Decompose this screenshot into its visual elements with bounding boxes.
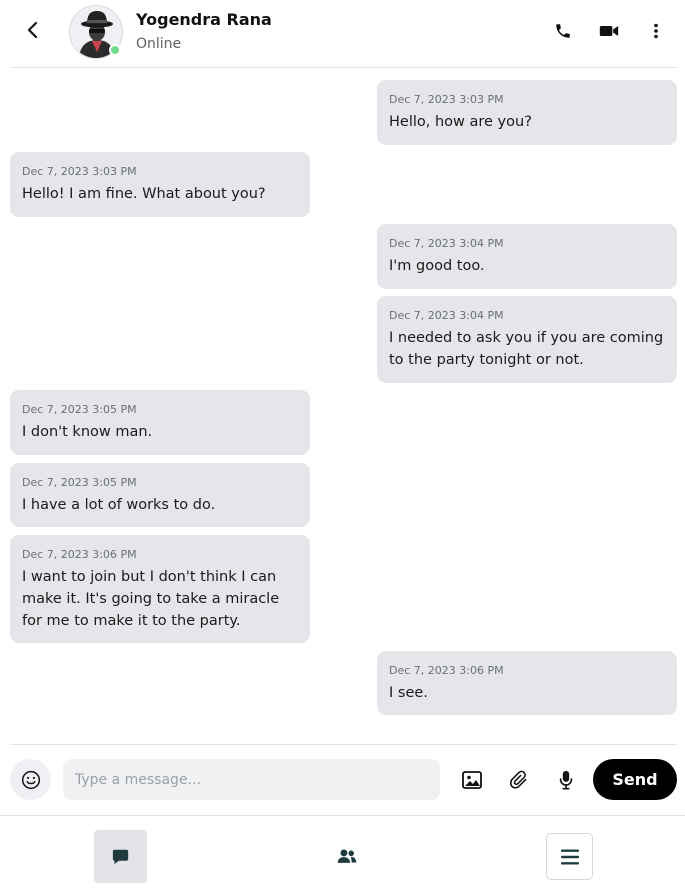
contact-status: Online [136, 36, 182, 52]
message-received: Dec 7, 2023 3:05 PM I don't know man. [10, 390, 310, 455]
more-options-button[interactable] [645, 20, 667, 42]
message-sent: Dec 7, 2023 3:03 PM Hello, how are you? [377, 80, 677, 145]
emoji-button[interactable] [10, 759, 51, 800]
message-sent: Dec 7, 2023 3:04 PM I'm good too. [377, 224, 677, 289]
message-text: Hello, how are you? [389, 114, 532, 130]
image-icon [462, 771, 482, 789]
phone-icon [556, 24, 570, 38]
nav-menu[interactable] [546, 833, 593, 880]
message-text: I don't know man. [22, 424, 153, 440]
message-text: Hello! I am fine. What about you? [22, 186, 266, 202]
message-time: Dec 7, 2023 3:06 PM [389, 664, 504, 677]
chat-header: Yogendra Rana Online [0, 0, 685, 68]
message-text: I want to join but I don't think I can m… [22, 569, 280, 629]
message-time: Dec 7, 2023 3:05 PM [22, 403, 137, 416]
smiley-icon [21, 770, 40, 789]
message-text: I'm good too. [389, 258, 485, 274]
menu-icon [560, 849, 579, 864]
message-time: Dec 7, 2023 3:05 PM [22, 476, 137, 489]
attach-file-button[interactable] [507, 768, 531, 792]
voice-message-button[interactable] [554, 768, 578, 792]
message-text: I see. [389, 685, 428, 701]
message-input[interactable] [63, 759, 440, 800]
online-indicator [109, 44, 121, 56]
microphone-icon [559, 770, 573, 790]
send-button[interactable]: Send [593, 759, 677, 800]
video-call-button[interactable] [598, 20, 620, 42]
users-icon [337, 849, 357, 863]
message-text: I have a lot of works to do. [22, 497, 216, 513]
bottom-nav-divider [0, 815, 685, 816]
message-sent: Dec 7, 2023 3:04 PM I needed to ask you … [377, 296, 677, 383]
video-icon [599, 26, 619, 36]
message-received: Dec 7, 2023 3:03 PM Hello! I am fine. Wh… [10, 152, 310, 217]
back-button[interactable] [22, 19, 44, 41]
paperclip-icon [509, 770, 527, 789]
chat-icon [112, 849, 129, 865]
message-sent: Dec 7, 2023 3:06 PM I see. [377, 651, 677, 715]
message-text: I needed to ask you if you are coming to… [389, 330, 664, 368]
message-time: Dec 7, 2023 3:03 PM [389, 93, 504, 106]
call-button[interactable] [552, 20, 574, 42]
message-received: Dec 7, 2023 3:05 PM I have a lot of work… [10, 463, 310, 527]
contact-name: Yogendra Rana [136, 10, 272, 29]
header-divider [10, 67, 677, 68]
nav-chats[interactable] [94, 830, 147, 883]
message-time: Dec 7, 2023 3:04 PM [389, 309, 504, 322]
chevron-left-icon [27, 21, 38, 39]
message-time: Dec 7, 2023 3:06 PM [22, 548, 137, 561]
more-vertical-icon [654, 23, 658, 39]
nav-contacts[interactable] [322, 832, 372, 880]
composer-divider [10, 744, 677, 745]
message-time: Dec 7, 2023 3:04 PM [389, 237, 504, 250]
message-received: Dec 7, 2023 3:06 PM I want to join but I… [10, 535, 310, 643]
attach-image-button[interactable] [460, 768, 484, 792]
message-time: Dec 7, 2023 3:03 PM [22, 165, 137, 178]
